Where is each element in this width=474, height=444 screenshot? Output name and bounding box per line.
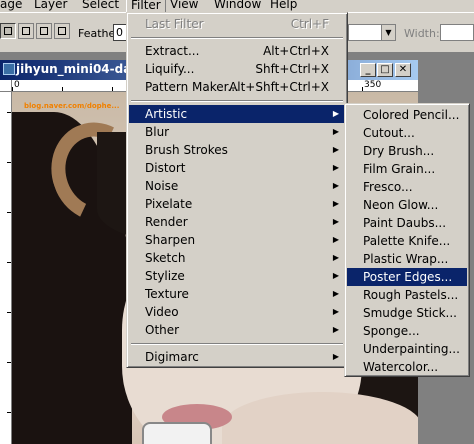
submenu-arrow-icon: ▶ [332,271,339,280]
menu-item-palette-knife[interactable]: Palette Knife... [347,232,467,250]
feather-input[interactable]: 0 [113,24,127,41]
menu-item-video[interactable]: Video ▶ [129,303,345,321]
ruler-corner [0,80,12,92]
menu-layer[interactable]: Layer [34,0,67,11]
menu-item-render[interactable]: Render ▶ [129,213,345,231]
menu-separator [131,100,343,102]
menu-item-distort[interactable]: Distort ▶ [129,159,345,177]
menu-item-sketch[interactable]: Sketch ▶ [129,249,345,267]
menu-item-smudge-stick[interactable]: Smudge Stick... [347,304,467,322]
menu-select[interactable]: Select [82,0,119,11]
menu-item-brush-strokes[interactable]: Brush Strokes ▶ [129,141,345,159]
menu-item-watercolor[interactable]: Watercolor... [347,358,467,376]
artistic-submenu: Colored Pencil... Cutout... Dry Brush...… [344,103,470,377]
menu-item-fresco[interactable]: Fresco... [347,178,467,196]
menu-item-stylize[interactable]: Stylize ▶ [129,267,345,285]
filter-menu: Last Filter Ctrl+F Extract... Alt+Ctrl+X… [126,12,348,368]
menu-item-other[interactable]: Other ▶ [129,321,345,339]
subtract-selection-button[interactable] [36,23,52,39]
menu-image[interactable]: age [0,0,22,11]
menu-item-dry-brush[interactable]: Dry Brush... [347,142,467,160]
menu-filter[interactable]: Filter [126,0,166,12]
submenu-arrow-icon: ▶ [332,181,339,190]
submenu-arrow-icon: ▶ [332,199,339,208]
menu-item-poster-edges[interactable]: Poster Edges... [347,268,467,286]
minimize-button[interactable]: _ [360,63,376,77]
submenu-arrow-icon: ▶ [332,253,339,262]
menu-item-pixelate[interactable]: Pixelate ▶ [129,195,345,213]
width-label: Width: [404,27,440,40]
menu-item-cutout[interactable]: Cutout... [347,124,467,142]
menu-item-blur[interactable]: Blur ▶ [129,123,345,141]
intersect-selection-icon [58,27,66,35]
width-input[interactable] [440,24,474,41]
ruler-vertical [0,92,12,444]
new-selection-icon [4,27,12,35]
photo-watermark: blog.naver.com/dophe... [24,102,120,110]
submenu-arrow-icon: ▶ [332,163,339,172]
submenu-arrow-icon: ▶ [332,127,339,136]
submenu-arrow-icon: ▶ [332,109,339,118]
menu-bar: age Layer Select Filter View Window Help [0,0,474,12]
menu-item-pattern-maker[interactable]: Pattern Maker... Alt+Shft+Ctrl+X [129,78,345,96]
menu-item-last-filter[interactable]: Last Filter Ctrl+F [129,15,345,33]
menu-item-rough-pastels[interactable]: Rough Pastels... [347,286,467,304]
menu-item-neon-glow[interactable]: Neon Glow... [347,196,467,214]
submenu-arrow-icon: ▶ [332,325,339,334]
maximize-button[interactable]: □ [377,63,393,77]
add-selection-button[interactable] [18,23,34,39]
document-title: jihyun_mini04-da [16,62,132,76]
menu-window[interactable]: Window [214,0,261,11]
menu-item-sharpen[interactable]: Sharpen ▶ [129,231,345,249]
menu-item-digimarc[interactable]: Digimarc ▶ [129,348,345,366]
photoshop-doc-icon [3,63,15,75]
new-selection-button[interactable] [0,23,16,39]
menu-item-underpainting[interactable]: Underpainting... [347,340,467,358]
ruler-label-0: 0 [14,80,20,90]
menu-view[interactable]: View [170,0,198,11]
menu-help[interactable]: Help [270,0,297,11]
menu-item-texture[interactable]: Texture ▶ [129,285,345,303]
menu-item-film-grain[interactable]: Film Grain... [347,160,467,178]
menu-item-extract[interactable]: Extract... Alt+Ctrl+X [129,42,345,60]
submenu-arrow-icon: ▶ [332,352,339,361]
submenu-arrow-icon: ▶ [332,145,339,154]
submenu-arrow-icon: ▶ [332,289,339,298]
submenu-arrow-icon: ▶ [332,217,339,226]
menu-separator [131,37,343,39]
menu-separator [131,343,343,345]
menu-item-liquify[interactable]: Liquify... Shft+Ctrl+X [129,60,345,78]
menu-item-paint-daubs[interactable]: Paint Daubs... [347,214,467,232]
chevron-down-icon: ▼ [381,25,395,40]
menu-item-plastic-wrap[interactable]: Plastic Wrap... [347,250,467,268]
close-button[interactable]: ✕ [395,63,411,77]
subtract-selection-icon [40,27,48,35]
menu-item-sponge[interactable]: Sponge... [347,322,467,340]
submenu-arrow-icon: ▶ [332,235,339,244]
style-dropdown[interactable]: ▼ [348,24,396,41]
menu-item-colored-pencil[interactable]: Colored Pencil... [347,106,467,124]
add-selection-icon [22,27,30,35]
submenu-arrow-icon: ▶ [332,307,339,316]
menu-item-noise[interactable]: Noise ▶ [129,177,345,195]
menu-item-artistic[interactable]: Artistic ▶ [129,105,345,123]
ruler-label-350: 350 [364,80,382,90]
intersect-selection-button[interactable] [54,23,70,39]
